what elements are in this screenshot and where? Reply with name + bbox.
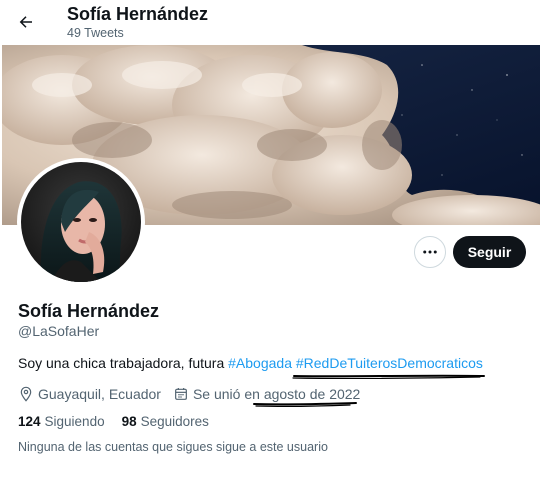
- hashtag-link[interactable]: #Abogada: [228, 355, 292, 371]
- location-pin-icon: [20, 386, 32, 402]
- profile-display-name: Sofía Hernández: [18, 301, 160, 321]
- calendar-icon: [175, 388, 187, 400]
- avatar[interactable]: [17, 158, 145, 286]
- joined-prefix: Se unió en: [192, 386, 264, 402]
- joined-item: Se unió en agosto de 2022: [173, 386, 360, 402]
- bio-text: Soy una chica trabajadora, futura: [18, 355, 229, 371]
- underline-hashtag: [293, 374, 485, 378]
- profile-bio: Soy una chica trabajadora, futura #Aboga…: [18, 355, 483, 371]
- follow-stats: 124 Siguiendo 98 Seguidores: [18, 414, 226, 429]
- underline-joined-date-tail: [255, 404, 351, 408]
- underline-hashtag-tail: [292, 376, 481, 380]
- header-title: Sofía Hernández: [67, 4, 209, 24]
- following-link[interactable]: 124 Siguiendo: [18, 414, 105, 429]
- hashtag-link[interactable]: #RedDeTuiterosDemocraticos: [296, 355, 483, 371]
- follow-button[interactable]: Seguir: [453, 236, 526, 268]
- location-item: Guayaquil, Ecuador: [18, 386, 161, 402]
- more-options-button[interactable]: [414, 236, 446, 268]
- tweet-count: 49 Tweets: [67, 26, 124, 40]
- following-label: Siguiendo: [44, 414, 105, 429]
- location-text: Guayaquil, Ecuador: [38, 386, 161, 402]
- arrow-left-icon: [19, 16, 32, 28]
- more-dots-icon: [423, 250, 437, 254]
- joined-date: agosto de 2022: [263, 386, 361, 402]
- profile-handle: @LaSofaHer: [18, 323, 100, 339]
- profile-meta: Guayaquil, Ecuador Se unió en agosto de …: [18, 384, 360, 404]
- followers-count: 98: [121, 414, 137, 429]
- mutual-followers-note: Ninguna de las cuentas que sigues sigue …: [18, 440, 328, 454]
- profile-header-bar: Sofía Hernández 49 Tweets: [0, 0, 540, 44]
- profile-photo: [21, 162, 141, 282]
- followers-label: Seguidores: [140, 414, 209, 429]
- following-count: 124: [18, 414, 41, 429]
- followers-link[interactable]: 98 Seguidores: [122, 414, 209, 429]
- back-button[interactable]: [12, 8, 40, 36]
